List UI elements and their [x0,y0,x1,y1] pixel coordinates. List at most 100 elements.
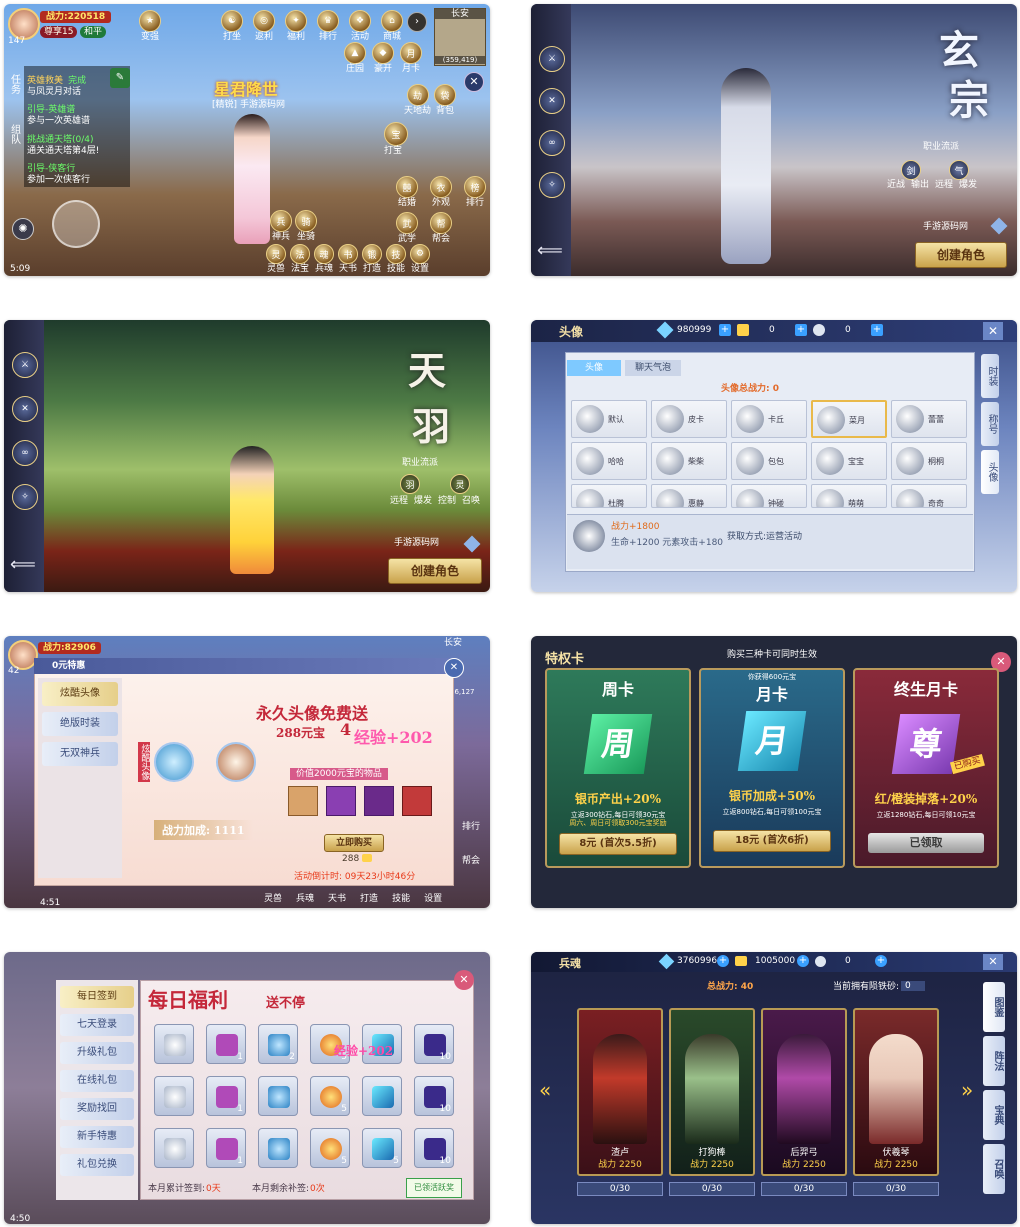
menu-daily-signin[interactable]: 每日签到 [60,986,134,1008]
quest-tab[interactable]: 任务 [8,74,20,94]
side-tab-fashion[interactable]: 时装 [981,354,999,398]
top-menu-item[interactable]: ✦ 福利 [282,10,310,42]
signin-cell[interactable]: 1 [206,1076,246,1116]
back-arrow-icon[interactable]: ⟸ [10,554,36,575]
avatar-cell-selected[interactable]: 菜月 [811,400,887,438]
close-icon[interactable]: ✕ [454,970,474,990]
avatar-cell[interactable]: 柴柴 [651,442,727,480]
class-icon-wind[interactable]: ∞ [12,440,38,466]
signin-cell[interactable]: 10 [414,1076,454,1116]
avatar-cell[interactable]: 蕾蕾 [891,400,967,438]
signin-cell[interactable] [362,1076,402,1116]
class-icon-feather[interactable]: ✧ [539,172,565,198]
diamond-icon[interactable] [463,535,481,553]
menu-cool-avatar[interactable]: 炫酷头像 [42,682,118,706]
signin-cell[interactable]: 2 [258,1024,298,1064]
signin-cell[interactable]: 5 [310,1128,350,1168]
server-badge[interactable]: 和平 [80,26,107,39]
quest-action-icon[interactable]: ✎ [110,68,130,88]
top-menu-item[interactable]: ⌂ 商城 [378,10,406,42]
class-icon-sword[interactable]: ⚔ [12,352,38,378]
active-reward-button[interactable]: 已领活跃奖 [406,1178,462,1198]
skill-feather-icon[interactable]: 羽 [400,474,420,494]
week-card[interactable]: 周卡 周 银币产出+20% 立返300钻石,每日可领30元宝 周六、周日可领取3… [545,668,691,868]
add-silver-button[interactable]: + [871,324,883,336]
close-icon[interactable]: ✕ [983,954,1003,970]
forge-button[interactable]: 锻打造 [362,244,382,274]
signin-cell[interactable] [154,1024,194,1064]
team-tab[interactable]: 组队 [8,124,20,144]
side-rank[interactable]: 排行 [462,822,480,832]
soul-card[interactable]: 后羿弓 战力 2250 [761,1008,847,1176]
bottom-forge[interactable]: 打造 [360,894,378,904]
signin-cell[interactable]: 10 [414,1024,454,1064]
signin-cell[interactable]: 5 [362,1128,402,1168]
class-icon-blade[interactable]: ✕ [12,396,38,422]
close-icon[interactable]: ✕ [464,72,484,92]
tab-chat-bubble[interactable]: 聊天气泡 [625,360,681,376]
month-card-buy-button[interactable]: 18元 (首次6折) [713,830,831,853]
month-card[interactable]: 你获得600元宝 月卡 月 银币加成+50% 立返800钻石,每日可领100元宝… [699,668,845,868]
signin-cell[interactable]: 1 [206,1024,246,1064]
lifetime-card[interactable]: 终生月卡 尊 已购买 红/橙装掉落+20% 立返1280钻石,每日可领10元宝 … [853,668,999,868]
settings-button[interactable]: ⚙ 设置 [410,244,430,274]
week-card-buy-button[interactable]: 8元 (首次5.5折) [559,833,677,856]
avatar-cell[interactable]: 皮卡 [651,400,727,438]
side-guild[interactable]: 帮会 [462,856,480,866]
rank-button[interactable]: 榜排行 [460,176,490,208]
add-gold-button[interactable]: + [797,955,809,967]
soul-button[interactable]: 魂兵魂 [314,244,334,274]
menu-seven-day-login[interactable]: 七天登录 [60,1014,134,1036]
marry-button[interactable]: 囍结婚 [392,176,422,208]
quest-item[interactable]: 引导-侠客行 参加一次侠客行 [27,156,127,185]
class-icon-sword[interactable]: ⚔ [539,46,565,72]
reward-gold-icon[interactable] [364,786,394,816]
manor-button[interactable]: ▲ 庄园 [344,42,366,74]
menu-limited-fashion[interactable]: 绝版时装 [42,712,118,736]
bottom-book[interactable]: 天书 [328,894,346,904]
skill-button[interactable]: 技技能 [386,244,406,274]
side-tab-summon[interactable]: 召唤 [983,1144,1005,1194]
menu-reward-recovery[interactable]: 奖励找回 [60,1098,134,1120]
lifetime-card-claimed-button[interactable]: 已领取 [868,833,984,854]
close-icon[interactable]: ✕ [983,322,1003,340]
pet-button[interactable]: 灵灵兽 [266,244,286,274]
bottom-skill[interactable]: 技能 [392,894,410,904]
avatar-cell[interactable]: 奇奇 [891,484,967,508]
avatar-cell[interactable]: 萌萌 [811,484,887,508]
vip-badge[interactable]: 尊享15 [40,26,78,39]
add-silver-button[interactable]: + [875,955,887,967]
quest-item[interactable]: 引导-英雄谱 参与一次英雄谱 [27,97,127,126]
appearance-button[interactable]: 衣外观 [426,176,456,208]
skill-school-button[interactable]: 武武学 [392,212,422,244]
signin-cell[interactable] [258,1076,298,1116]
weapon-button[interactable]: 兵神兵 [270,210,292,242]
side-tab-avatar[interactable]: 头像 [981,450,999,494]
bottom-soul[interactable]: 兵魂 [296,894,314,904]
guild-button[interactable]: 帮帮会 [426,212,456,244]
avatar-cell[interactable]: 宝宝 [811,442,887,480]
avatar-cell[interactable]: 桐桐 [891,442,967,480]
create-role-button[interactable]: 创建角色 [915,242,1007,268]
signin-cell[interactable] [154,1076,194,1116]
joystick[interactable] [52,200,100,248]
create-role-button[interactable]: 创建角色 [388,558,482,584]
expand-arrow-icon[interactable]: › [407,12,427,32]
soul-card[interactable]: 伏羲琴 战力 2250 [853,1008,939,1176]
menu-newbie-deal[interactable]: 新手特惠 [60,1126,134,1148]
avatar-cell[interactable]: 哈哈 [571,442,647,480]
side-tab-formation[interactable]: 阵法 [983,1036,1005,1086]
bottom-settings[interactable]: 设置 [424,894,442,904]
avatar-cell[interactable]: 钟碰 [731,484,807,508]
reward-avatar-icon[interactable] [288,786,318,816]
class-icon-wind[interactable]: ∞ [539,130,565,156]
add-gold-button[interactable]: + [795,324,807,336]
signin-cell[interactable]: 1 [206,1128,246,1168]
skill-sword-icon[interactable]: 剑 [901,160,921,180]
scroll-right-icon[interactable]: » [961,1078,973,1102]
menu-gift-redeem[interactable]: 礼包兑换 [60,1154,134,1176]
pinwheel-icon[interactable]: ✺ [12,218,34,240]
avatar-cell[interactable]: 杜腾 [571,484,647,508]
deluxe-button[interactable]: ◆ 豪开 [372,42,394,74]
class-icon-blade[interactable]: ✕ [539,88,565,114]
